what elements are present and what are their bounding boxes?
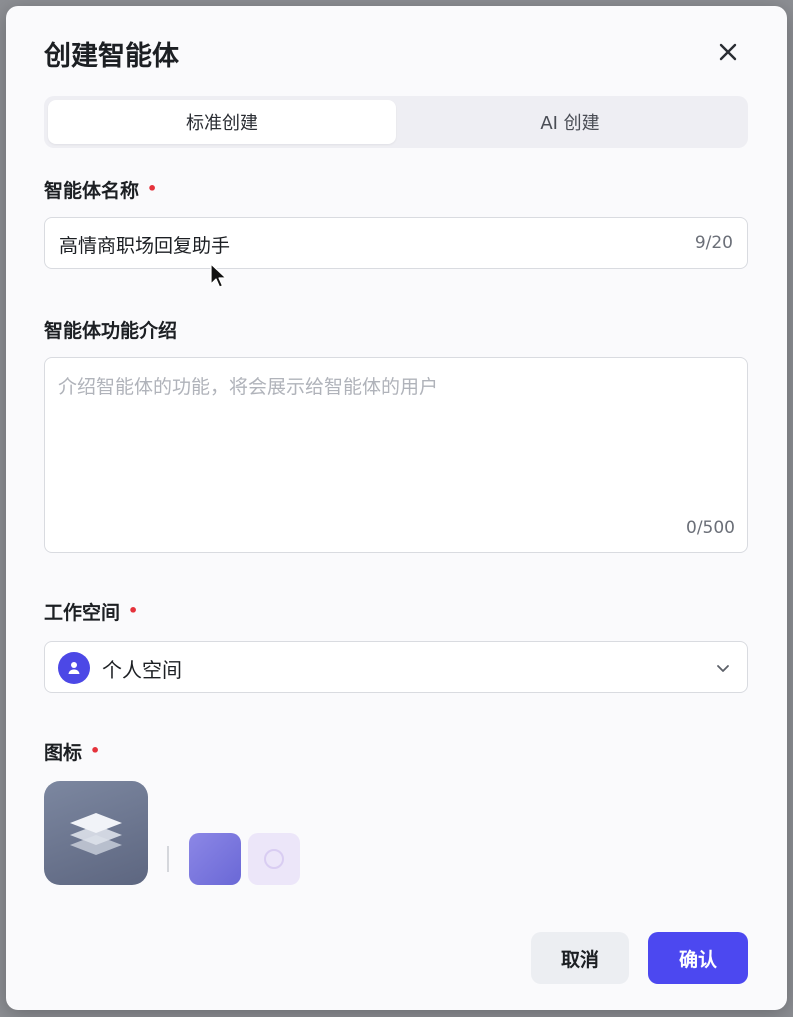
workspace-label: 工作空间 • xyxy=(44,598,138,625)
agent-name-input[interactable]: 高情商职场回复助手 9/20 xyxy=(44,217,748,269)
agent-name-value: 高情商职场回复助手 xyxy=(59,235,231,257)
confirm-button[interactable]: 确认 xyxy=(648,932,748,984)
agent-description-counter: 0/500 xyxy=(686,518,735,538)
cancel-button[interactable]: 取消 xyxy=(531,932,629,984)
tab-standard-create[interactable]: 标准创建 xyxy=(48,100,396,144)
required-mark: • xyxy=(90,741,101,760)
layers-icon xyxy=(70,813,122,855)
workspace-label-text: 工作空间 xyxy=(44,602,121,624)
creation-mode-tabs: 标准创建 AI 创建 xyxy=(44,96,748,148)
agent-description-label-text: 智能体功能介绍 xyxy=(44,320,178,342)
required-mark: • xyxy=(128,601,139,620)
agent-icon-preview[interactable] xyxy=(44,781,148,885)
dialog-title: 创建智能体 xyxy=(44,41,179,72)
agent-name-label: 智能体名称 • xyxy=(44,176,157,203)
chevron-down-icon xyxy=(717,665,729,672)
icon-label-text: 图标 xyxy=(44,742,83,764)
workspace-select[interactable]: 个人空间 xyxy=(44,641,748,693)
agent-description-placeholder: 介绍智能体的功能，将会展示给智能体的用户 xyxy=(58,376,439,398)
required-mark: • xyxy=(147,179,158,198)
icon-color-swatch-purple[interactable] xyxy=(189,833,241,885)
mouse-cursor-icon xyxy=(210,263,227,288)
workspace-avatar xyxy=(58,652,90,684)
icon-divider xyxy=(167,846,169,872)
icon-color-swatch-light[interactable] xyxy=(248,833,300,885)
create-agent-dialog: 创建智能体 标准创建 AI 创建 智能体名称 • 高情商职场回复助手 9/20 智… xyxy=(6,6,787,1010)
user-icon xyxy=(68,662,80,674)
agent-description-textarea[interactable]: 介绍智能体的功能，将会展示给智能体的用户 0/500 xyxy=(44,357,748,553)
circle-icon xyxy=(264,849,284,869)
agent-name-counter: 9/20 xyxy=(694,233,733,253)
agent-description-label: 智能体功能介绍 xyxy=(44,316,177,343)
tab-ai-create[interactable]: AI 创建 xyxy=(396,100,744,144)
agent-name-label-text: 智能体名称 xyxy=(44,180,140,202)
workspace-selected-value: 个人空间 xyxy=(102,658,182,682)
close-button[interactable] xyxy=(712,36,744,68)
icon-label: 图标 • xyxy=(44,738,100,765)
close-icon xyxy=(719,43,737,61)
